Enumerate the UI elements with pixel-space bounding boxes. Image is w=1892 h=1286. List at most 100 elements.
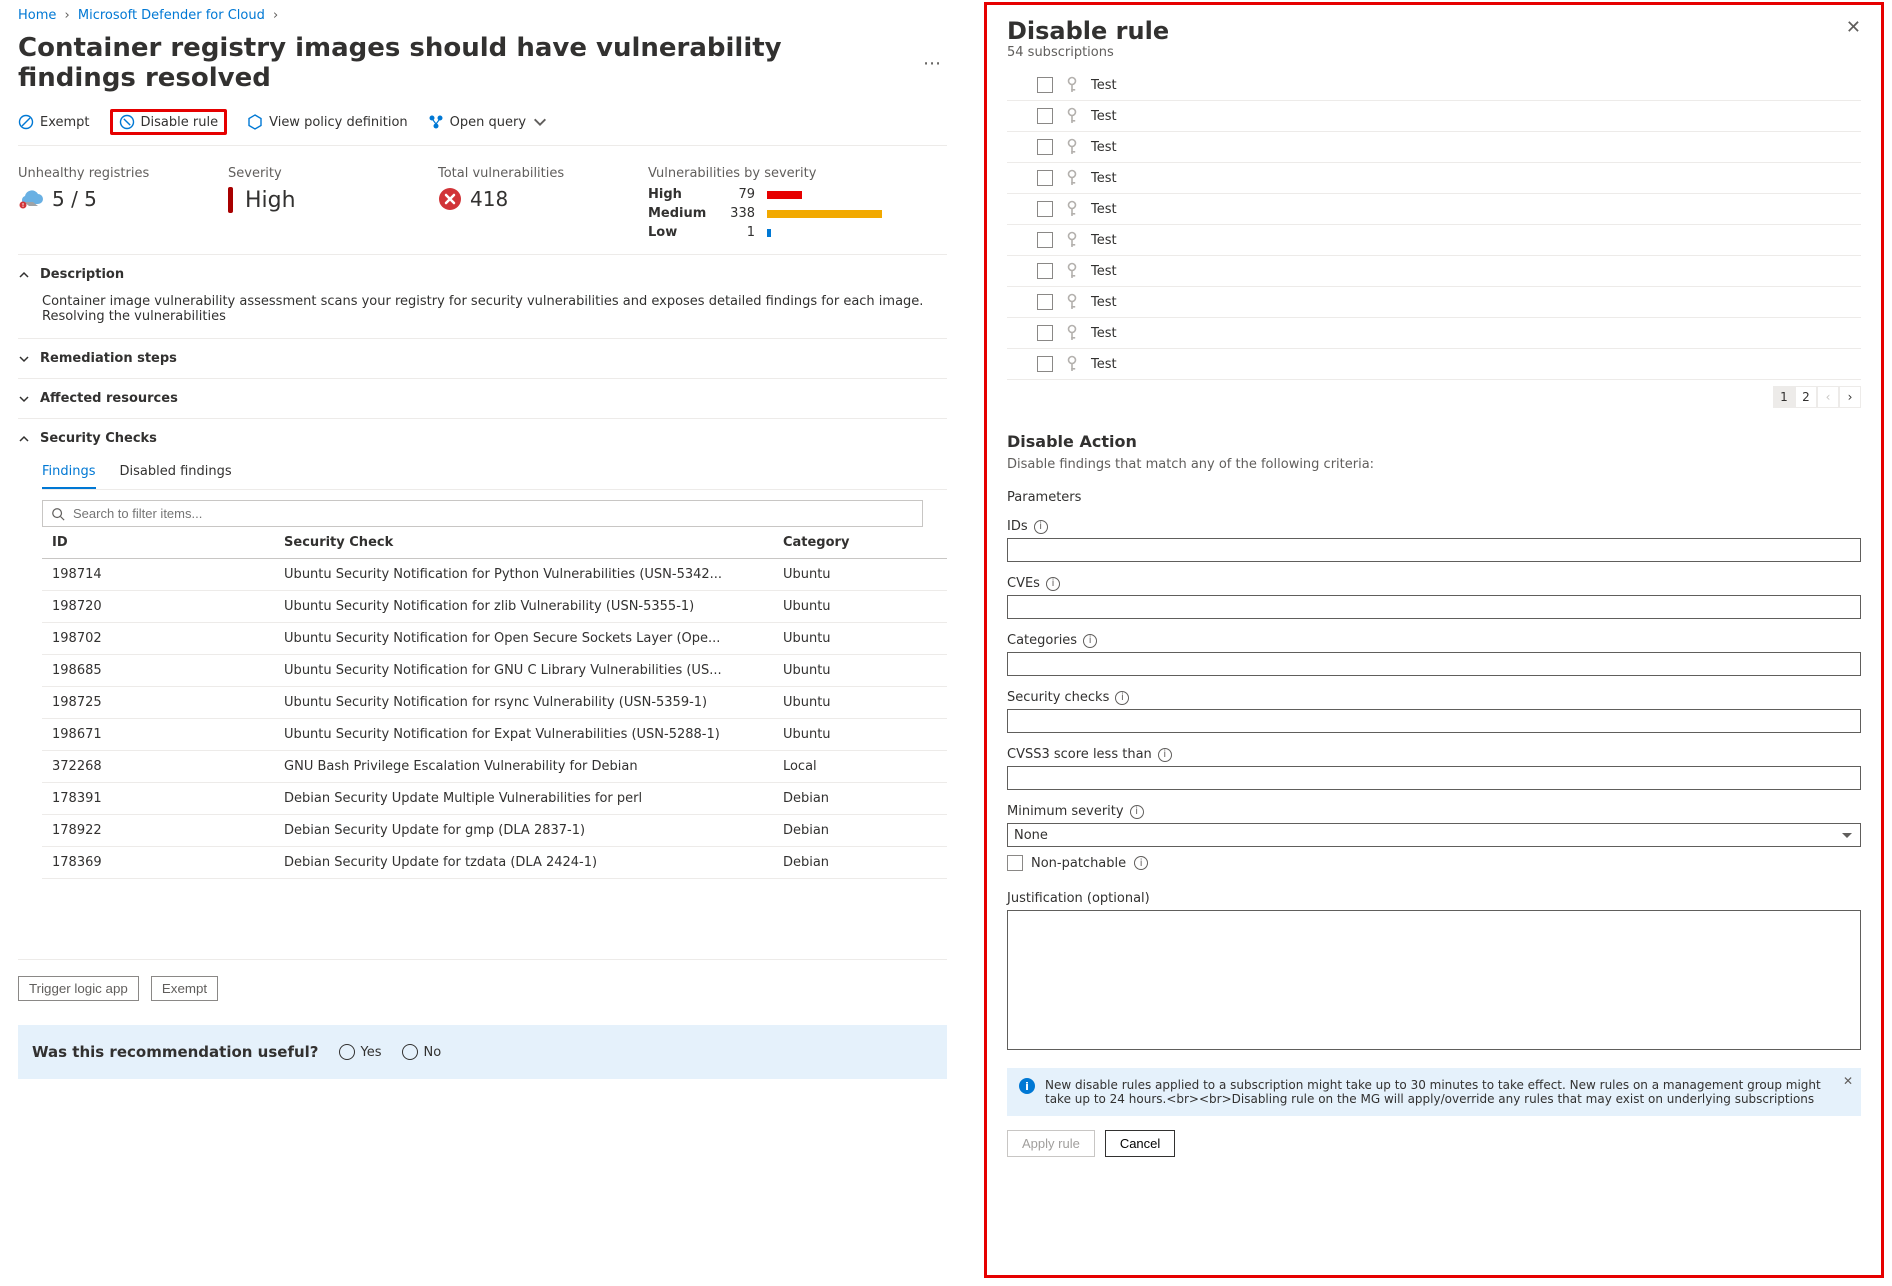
query-icon [428,114,444,130]
info-icon[interactable]: i [1034,520,1048,534]
info-icon[interactable]: i [1134,856,1148,870]
subscription-row[interactable]: Test [1007,225,1861,256]
subscription-checkbox[interactable] [1037,170,1053,186]
apply-rule-button[interactable]: Apply rule [1007,1130,1095,1157]
search-input[interactable] [71,505,914,522]
info-icon[interactable]: i [1130,805,1144,819]
radio-icon [339,1044,355,1060]
categories-input[interactable] [1007,652,1861,676]
info-icon[interactable]: i [1046,577,1060,591]
subscription-checkbox[interactable] [1037,139,1053,155]
sev-high-bar [767,191,802,199]
pager-page-2[interactable]: 2 [1795,386,1817,408]
key-icon [1065,324,1079,342]
cell-category: Debian [773,847,947,879]
open-query-button[interactable]: Open query [428,114,548,130]
cvss-input[interactable] [1007,766,1861,790]
cell-id: 198702 [42,623,274,655]
stat-total-vuln: Total vulnerabilities 418 [438,166,578,244]
categories-label: Categoriesi [1007,633,1861,648]
feedback-yes[interactable]: Yes [339,1044,382,1060]
findings-table: ID Security Check Category 198714Ubuntu … [42,527,947,879]
subscription-checkbox[interactable] [1037,201,1053,217]
subscription-row[interactable]: Test [1007,132,1861,163]
cell-check: Ubuntu Security Notification for Open Se… [274,623,773,655]
info-close-button[interactable]: ✕ [1843,1074,1853,1088]
security-checks-input[interactable] [1007,709,1861,733]
breadcrumb-home[interactable]: Home [18,8,56,23]
prohibit-icon [119,114,135,130]
min-severity-value: None [1014,828,1048,843]
info-icon[interactable]: i [1115,691,1129,705]
table-row[interactable]: 198720Ubuntu Security Notification for z… [42,591,947,623]
min-severity-select[interactable]: None [1007,823,1861,847]
subscription-row[interactable]: Test [1007,349,1861,380]
section-affected-header[interactable]: Affected resources [18,379,947,418]
subscription-name: Test [1091,295,1117,310]
section-security-checks-header[interactable]: Security Checks [18,419,947,458]
non-patchable-checkbox[interactable] [1007,855,1023,871]
severity-bar-icon [228,187,233,213]
cves-label: CVEsi [1007,576,1861,591]
subscription-row[interactable]: Test [1007,101,1861,132]
breadcrumb-defender[interactable]: Microsoft Defender for Cloud [78,8,265,23]
info-icon[interactable]: i [1083,634,1097,648]
exempt-footer-button[interactable]: Exempt [151,976,218,1001]
cancel-button[interactable]: Cancel [1105,1130,1175,1157]
more-actions-button[interactable]: ⋯ [919,53,947,74]
table-row[interactable]: 178922Debian Security Update for gmp (DL… [42,815,947,847]
table-row[interactable]: 178369Debian Security Update for tzdata … [42,847,947,879]
cell-category: Ubuntu [773,687,947,719]
panel-close-button[interactable]: ✕ [1846,17,1861,38]
subscription-checkbox[interactable] [1037,77,1053,93]
section-description-header[interactable]: Description [18,255,947,294]
feedback-question: Was this recommendation useful? [32,1043,319,1061]
table-row[interactable]: 198685Ubuntu Security Notification for G… [42,655,947,687]
panel-title: Disable rule [1007,17,1169,45]
section-remediation-header[interactable]: Remediation steps [18,339,947,378]
justification-textarea[interactable] [1007,910,1861,1050]
disable-rule-button[interactable]: Disable rule [110,109,228,135]
subscription-row[interactable]: Test [1007,318,1861,349]
table-row[interactable]: 372268GNU Bash Privilege Escalation Vuln… [42,751,947,783]
tab-findings[interactable]: Findings [42,458,96,489]
ids-input[interactable] [1007,538,1861,562]
pager: 1 2 ‹ › [1007,386,1861,408]
subscription-row[interactable]: Test [1007,287,1861,318]
table-row[interactable]: 198725Ubuntu Security Notification for r… [42,687,947,719]
table-row[interactable]: 178391Debian Security Update Multiple Vu… [42,783,947,815]
search-input-wrap[interactable] [42,500,923,527]
subscription-row[interactable]: Test [1007,194,1861,225]
pager-page-1[interactable]: 1 [1773,386,1795,408]
exempt-button[interactable]: Exempt [18,114,90,130]
tab-disabled-findings[interactable]: Disabled findings [120,458,232,489]
subscription-checkbox[interactable] [1037,232,1053,248]
table-row[interactable]: 198714Ubuntu Security Notification for P… [42,559,947,591]
cell-check: Debian Security Update Multiple Vulnerab… [274,783,773,815]
radio-icon [402,1044,418,1060]
cves-input[interactable] [1007,595,1861,619]
view-policy-button[interactable]: View policy definition [247,114,408,130]
stat-total-value: 418 [470,187,508,211]
subscription-checkbox[interactable] [1037,294,1053,310]
subscription-row[interactable]: Test [1007,256,1861,287]
col-id[interactable]: ID [42,527,274,559]
pager-next[interactable]: › [1839,386,1861,408]
subscription-checkbox[interactable] [1037,325,1053,341]
subscription-checkbox[interactable] [1037,108,1053,124]
feedback-no[interactable]: No [402,1044,442,1060]
cell-id: 198671 [42,719,274,751]
subscription-row[interactable]: Test [1007,163,1861,194]
cvss-label: CVSS3 score less thani [1007,747,1861,762]
subscription-checkbox[interactable] [1037,263,1053,279]
subscription-row[interactable]: Test [1007,70,1861,101]
info-icon[interactable]: i [1158,748,1172,762]
col-category[interactable]: Category [773,527,947,559]
key-icon [1065,231,1079,249]
trigger-logic-app-button[interactable]: Trigger logic app [18,976,139,1001]
subscription-checkbox[interactable] [1037,356,1053,372]
chevron-down-icon [18,353,30,365]
table-row[interactable]: 198671Ubuntu Security Notification for E… [42,719,947,751]
col-check[interactable]: Security Check [274,527,773,559]
table-row[interactable]: 198702Ubuntu Security Notification for O… [42,623,947,655]
